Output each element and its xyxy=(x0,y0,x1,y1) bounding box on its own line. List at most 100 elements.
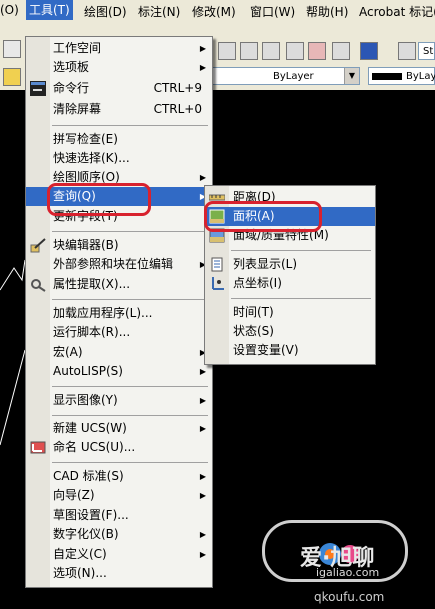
watermark-sub: qkoufu.com xyxy=(314,590,385,604)
menu-item-label: 运行脚本(R)... xyxy=(53,325,131,339)
menu-item-load-application[interactable]: 加载应用程序(L)... xyxy=(26,304,212,323)
ucs-icon xyxy=(30,441,46,454)
menu-separator xyxy=(231,250,371,251)
menu-item-label: 数字化仪(B) xyxy=(53,527,119,541)
submenu-arrow-icon: ▶ xyxy=(199,396,206,405)
menu-modify[interactable]: 修改(M) xyxy=(192,3,236,20)
submenu-arrow-icon: ▶ xyxy=(199,44,206,53)
markup-icon[interactable] xyxy=(308,42,326,60)
menu-window[interactable]: 窗口(W) xyxy=(250,3,295,20)
menu-item-label: 向导(Z) xyxy=(53,488,95,502)
linetype-combo[interactable]: ByLayer ▼ xyxy=(210,67,360,85)
submenu-arrow-icon: ▶ xyxy=(199,491,206,500)
menu-tools-prev[interactable]: (O) xyxy=(0,3,19,17)
text-style-icon[interactable] xyxy=(398,42,416,60)
submenu-item-label: 状态(S) xyxy=(233,324,274,338)
menu-item-label: 快速选择(K)... xyxy=(53,151,130,165)
menu-item-label: 草图设置(F)... xyxy=(53,508,129,522)
menu-item-clean-screen[interactable]: 清除屏幕 CTRL+0 xyxy=(26,100,212,119)
menu-item-named-ucs[interactable]: 命名 UCS(U)... xyxy=(26,438,212,457)
menu-separator xyxy=(52,415,208,416)
menu-item-label: 新建 UCS(W) xyxy=(53,421,127,435)
menu-item-label: 自定义(C) xyxy=(53,547,107,561)
menu-item-label: 属性提取(X)... xyxy=(53,277,131,291)
chevron-down-icon[interactable]: ▼ xyxy=(344,68,359,84)
menu-acrobat[interactable]: Acrobat 标记([ xyxy=(359,3,435,20)
menu-item-label: 拼写检查(E) xyxy=(53,132,118,146)
submenu-arrow-icon: ▶ xyxy=(199,63,206,72)
menu-item-attribute-extract[interactable]: 属性提取(X)... xyxy=(26,275,212,294)
menu-item-shortcut: CTRL+9 xyxy=(153,81,202,95)
submenu-item-list[interactable]: 列表显示(L) xyxy=(205,255,375,274)
menu-item-quick-select[interactable]: 快速选择(K)... xyxy=(26,149,212,168)
menu-item-label: 显示图像(Y) xyxy=(53,393,118,407)
sheet-set-icon[interactable] xyxy=(286,42,304,60)
watermark-url: igaliao.com xyxy=(316,566,380,579)
lineweight-combo[interactable]: ByLayer xyxy=(368,67,435,85)
menu-item-label: 工作空间 xyxy=(53,41,102,55)
menu-item-label: 外部参照和块在位编辑 xyxy=(53,257,174,271)
menu-item-autolisp[interactable]: AutoLISP(S) ▶ xyxy=(26,362,212,381)
submenu-arrow-icon: ▶ xyxy=(199,424,206,433)
menu-item-tablet[interactable]: 数字化仪(B) ▶ xyxy=(26,525,212,544)
submenu-item-status[interactable]: 状态(S) xyxy=(205,322,375,341)
menu-item-options[interactable]: 选项(N)... xyxy=(26,564,212,583)
submenu-item-label: 设置变量(V) xyxy=(233,343,299,357)
menu-item-label: 选项(N)... xyxy=(53,566,107,580)
menu-item-label: 命名 UCS(U)... xyxy=(53,440,136,454)
submenu-item-label: 时间(T) xyxy=(233,305,274,319)
submenu-arrow-icon: ▶ xyxy=(199,472,206,481)
menu-item-display-image[interactable]: 显示图像(Y) ▶ xyxy=(26,391,212,410)
menu-item-macro[interactable]: 宏(A) ▶ xyxy=(26,343,212,362)
menu-item-xref-edit[interactable]: 外部参照和块在位编辑 ▶ xyxy=(26,255,212,274)
menu-item-label: 加载应用程序(L)... xyxy=(53,306,153,320)
list-icon xyxy=(211,257,223,272)
menu-item-command-line[interactable]: 命令行 CTRL+9 xyxy=(26,79,212,98)
tools-menu: 工作空间 ▶ 选项板 ▶ 命令行 CTRL+9 清除屏幕 CTRL+0 拼写检查… xyxy=(25,36,213,588)
command-line-icon xyxy=(30,81,46,96)
menu-item-label: 清除屏幕 xyxy=(53,102,102,116)
menu-draw[interactable]: 绘图(D) xyxy=(84,3,127,20)
menu-tools[interactable]: 工具(T) xyxy=(26,0,73,20)
style-combo[interactable]: St xyxy=(418,42,435,60)
menu-item-shortcut: CTRL+0 xyxy=(153,102,202,116)
menu-separator xyxy=(52,299,208,300)
menu-dimension[interactable]: 标注(N) xyxy=(138,3,180,20)
menu-item-wizards[interactable]: 向导(Z) ▶ xyxy=(26,486,212,505)
menu-separator xyxy=(231,298,371,299)
submenu-item-id-point[interactable]: 点坐标(I) xyxy=(205,274,375,293)
menu-item-run-script[interactable]: 运行脚本(R)... xyxy=(26,323,212,342)
menu-item-workspace[interactable]: 工作空间 ▶ xyxy=(26,39,212,58)
submenu-item-set-variable[interactable]: 设置变量(V) xyxy=(205,341,375,360)
menu-item-label: 块编辑器(B) xyxy=(53,238,119,252)
submenu-item-label: 列表显示(L) xyxy=(233,257,298,271)
menu-item-palettes[interactable]: 选项板 ▶ xyxy=(26,58,212,77)
menu-item-drafting-settings[interactable]: 草图设置(F)... xyxy=(26,506,212,525)
menu-separator xyxy=(52,462,208,463)
submenu-item-time[interactable]: 时间(T) xyxy=(205,303,375,322)
tool-palette-icon[interactable] xyxy=(262,42,280,60)
menu-item-spell-check[interactable]: 拼写检查(E) xyxy=(26,130,212,149)
menu-item-customize[interactable]: 自定义(C) ▶ xyxy=(26,545,212,564)
help-icon[interactable] xyxy=(360,42,378,60)
calculator-icon[interactable] xyxy=(332,42,350,60)
menu-item-block-editor[interactable]: 块编辑器(B) xyxy=(26,236,212,255)
menu-item-new-ucs[interactable]: 新建 UCS(W) ▶ xyxy=(26,419,212,438)
menu-item-cad-standards[interactable]: CAD 标准(S) ▶ xyxy=(26,467,212,486)
properties-icon[interactable] xyxy=(218,42,236,60)
design-center-icon[interactable] xyxy=(240,42,258,60)
menu-separator xyxy=(52,231,208,232)
menu-item-label: AutoLISP(S) xyxy=(53,364,123,378)
attribute-extract-icon xyxy=(31,279,46,292)
block-editor-icon xyxy=(30,238,46,253)
pencil-icon[interactable] xyxy=(3,40,21,58)
menu-separator xyxy=(52,125,208,126)
menu-item-label: 选项板 xyxy=(53,60,90,74)
menu-item-label: CAD 标准(S) xyxy=(53,469,124,483)
menu-separator xyxy=(52,386,208,387)
layer-icon[interactable] xyxy=(3,68,21,86)
menu-bar: (O) 工具(T) 绘图(D) 标注(N) 修改(M) 窗口(W) 帮助(H) … xyxy=(0,0,435,23)
submenu-item-label: 点坐标(I) xyxy=(233,276,282,290)
menu-help[interactable]: 帮助(H) xyxy=(306,3,348,20)
submenu-arrow-icon: ▶ xyxy=(199,550,206,559)
